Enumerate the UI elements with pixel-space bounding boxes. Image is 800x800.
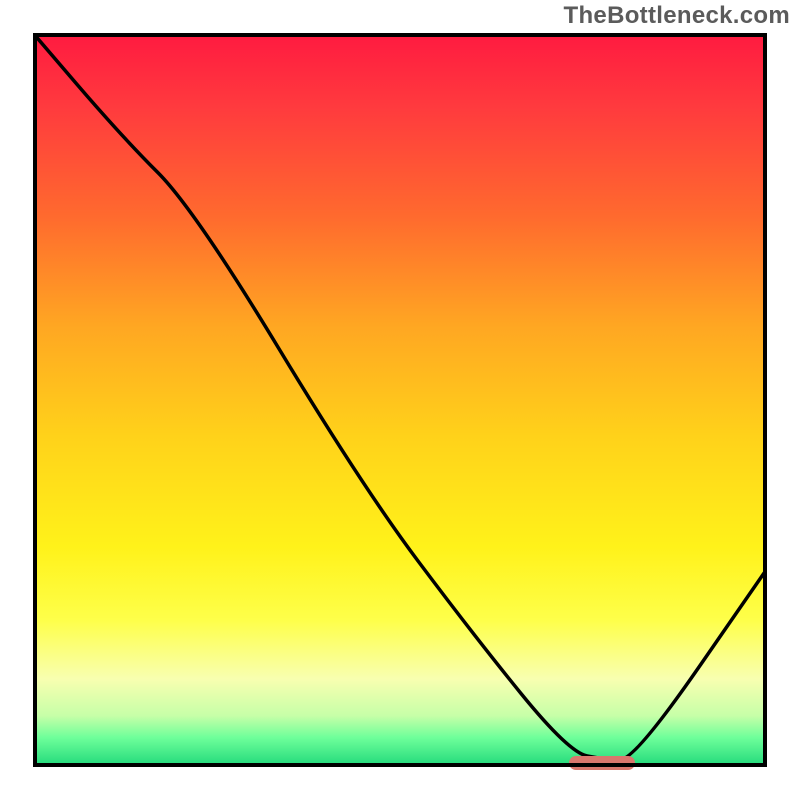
line-curve	[33, 33, 767, 767]
chart-container: TheBottleneck.com	[0, 0, 800, 800]
curve-path	[33, 33, 767, 760]
plot-area	[33, 33, 767, 767]
trough-marker	[569, 756, 635, 770]
watermark-text: TheBottleneck.com	[564, 2, 790, 30]
